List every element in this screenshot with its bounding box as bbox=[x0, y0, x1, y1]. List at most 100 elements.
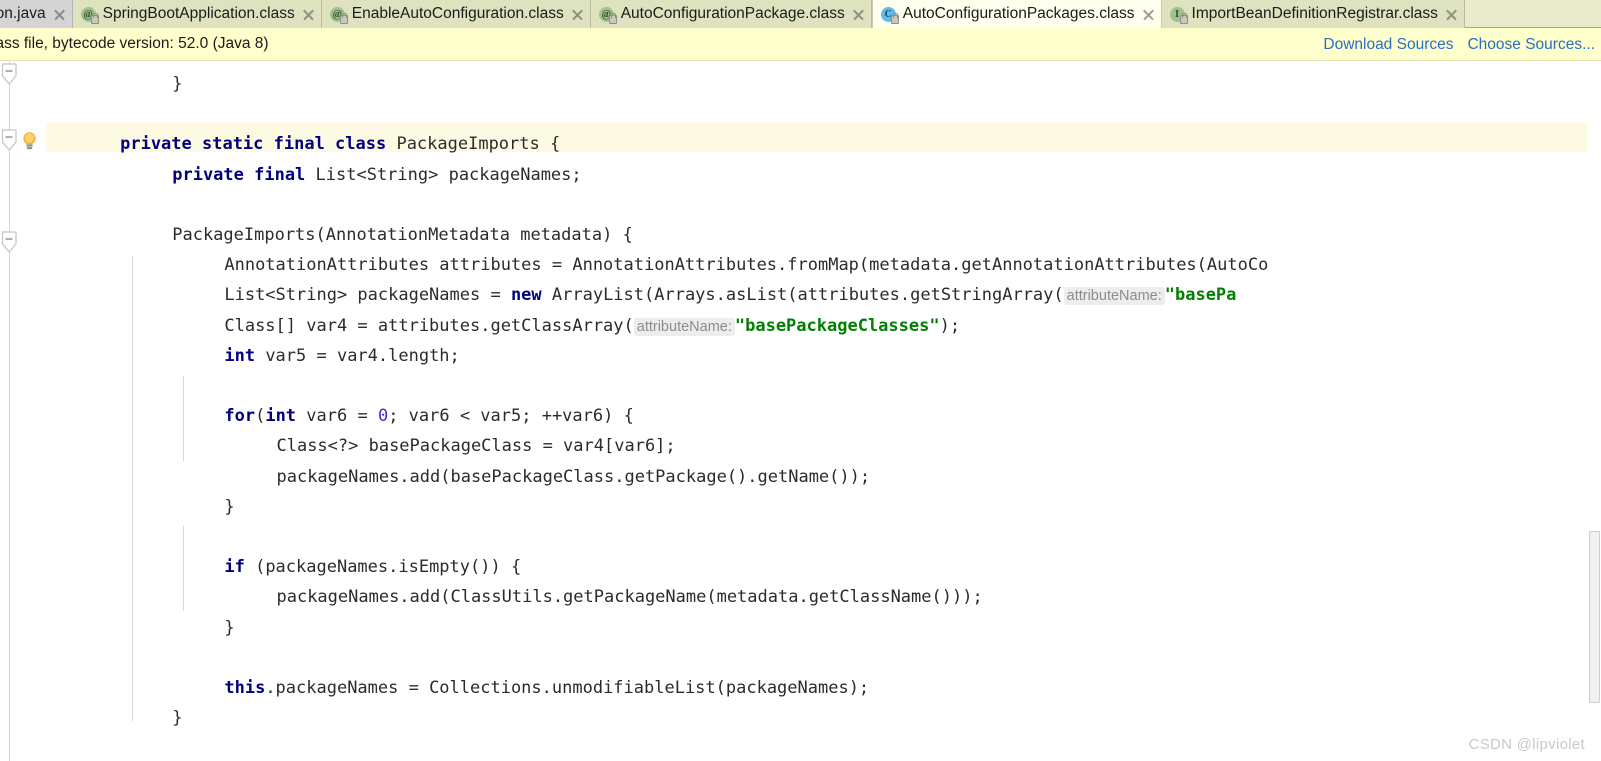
code-token: var6 = bbox=[306, 406, 378, 427]
code-token: 0 bbox=[377, 406, 389, 427]
code-line: if (packageNames.isEmpty()) { bbox=[224, 552, 521, 582]
code-token: .packageNames = Collections.unmodifiable… bbox=[265, 678, 870, 698]
code-token: PackageImports { bbox=[396, 134, 561, 155]
code-line: AnnotationAttributes attributes = Annota… bbox=[224, 250, 1268, 280]
bytecode-version-text: lass file, bytecode version: 52.0 (Java … bbox=[0, 35, 269, 52]
code-line: packageNames.add(basePackageClass.getPac… bbox=[276, 462, 870, 492]
code-line: } bbox=[172, 69, 182, 99]
code-line: packageNames.add(ClassUtils.getPackageNa… bbox=[276, 582, 982, 612]
code-token: this bbox=[224, 678, 266, 698]
code-token: ; var6 < var5; ++var6) { bbox=[388, 406, 634, 427]
vertical-scrollbar-thumb[interactable] bbox=[1589, 531, 1600, 703]
code-token: private final bbox=[172, 164, 316, 185]
code-token: int bbox=[224, 345, 266, 366]
code-line: Class[] var4 = attributes.getClassArray(… bbox=[224, 311, 960, 341]
notification-actions: Download Sources Choose Sources... bbox=[1323, 28, 1595, 61]
code-token: List<String> packageNames; bbox=[315, 164, 582, 185]
editor-tab[interactable]: @ AutoConfigurationPackage.class bbox=[590, 0, 872, 28]
fold-collapse-icon[interactable] bbox=[1, 231, 18, 255]
editor-tab[interactable]: @ EnableAutoConfiguration.class bbox=[321, 0, 591, 28]
annotation-class-icon: @ bbox=[598, 6, 617, 24]
lock-badge-icon bbox=[890, 12, 899, 24]
lock-badge-icon bbox=[90, 12, 99, 24]
code-editor[interactable]: } private static final class PackageImpor… bbox=[0, 61, 1601, 761]
editor-tab-label: ImportBeanDefinitionRegistrar.class bbox=[1191, 5, 1438, 22]
parameter-hint: attributeName: bbox=[1063, 287, 1165, 306]
code-token: } bbox=[224, 617, 235, 638]
choose-sources-link[interactable]: Choose Sources... bbox=[1467, 36, 1595, 54]
editor-tab[interactable]: I ImportBeanDefinitionRegistrar.class bbox=[1161, 0, 1465, 28]
code-token: if bbox=[224, 557, 245, 578]
code-line: private static final class PackageImport… bbox=[120, 129, 560, 159]
editor-tab-label: AutoConfigurationPackage.class bbox=[620, 5, 845, 22]
vertical-scrollbar-track[interactable] bbox=[1587, 61, 1601, 761]
code-token: private static final class bbox=[120, 134, 397, 155]
code-token: ); bbox=[939, 315, 961, 336]
fold-collapse-icon[interactable] bbox=[1, 129, 18, 153]
code-line: } bbox=[224, 492, 234, 522]
editor-tab[interactable]: plication.java bbox=[0, 0, 73, 28]
editor-tab-bar: plication.java@SpringBootApplication.cla… bbox=[0, 0, 1601, 28]
code-line: } bbox=[172, 703, 182, 733]
code-line: this.packageNames = Collections.unmodifi… bbox=[224, 673, 869, 703]
code-token: (packageNames.isEmpty()) { bbox=[244, 557, 522, 578]
ide-window: plication.java@SpringBootApplication.cla… bbox=[0, 0, 1601, 761]
code-token: } bbox=[224, 496, 235, 517]
code-token: AnnotationAttributes attributes = Annota… bbox=[224, 255, 1269, 276]
code-token: } bbox=[172, 74, 183, 94]
code-text-area[interactable]: } private static final class PackageImpor… bbox=[46, 61, 1601, 761]
lock-badge-icon bbox=[1179, 12, 1188, 24]
csdn-watermark: CSDN @lipviolet bbox=[1468, 736, 1585, 753]
code-token: int bbox=[265, 406, 307, 427]
gutter-divider bbox=[9, 61, 10, 761]
code-line: int var5 = var4.length; bbox=[224, 341, 459, 371]
close-icon[interactable] bbox=[1445, 8, 1458, 21]
editor-tab[interactable]: @ SpringBootApplication.class bbox=[72, 0, 322, 28]
code-token: "basePa bbox=[1164, 285, 1237, 306]
indent-guide bbox=[183, 526, 184, 611]
code-line: List<String> packageNames = new ArrayLis… bbox=[224, 280, 1236, 310]
parameter-hint: attributeName: bbox=[633, 317, 735, 336]
fold-collapse-icon[interactable] bbox=[1, 63, 18, 87]
close-icon[interactable] bbox=[852, 8, 865, 21]
editor-gutter[interactable] bbox=[0, 61, 46, 761]
close-icon[interactable] bbox=[1142, 8, 1155, 21]
code-line: private final List<String> packageNames; bbox=[172, 160, 581, 190]
close-icon[interactable] bbox=[302, 8, 315, 21]
editor-tab-label: EnableAutoConfiguration.class bbox=[351, 5, 564, 22]
code-token: PackageImports(AnnotationMetadata metada… bbox=[172, 225, 633, 245]
code-token: packageNames.add(basePackageClass.getPac… bbox=[276, 466, 871, 487]
code-token: Class<?> basePackageClass = var4[var6]; bbox=[276, 436, 676, 457]
class-icon: C bbox=[880, 6, 899, 24]
annotation-class-icon: @ bbox=[80, 6, 99, 24]
editor-tab-label: AutoConfigurationPackages.class bbox=[902, 5, 1135, 22]
code-token: List<String> packageNames = bbox=[224, 285, 511, 306]
lock-badge-icon bbox=[339, 12, 348, 24]
code-token: new bbox=[510, 285, 552, 306]
code-token: ArrayList(Arrays.asList(attributes.getSt… bbox=[551, 285, 1064, 306]
code-token: } bbox=[172, 708, 183, 729]
code-token: for bbox=[224, 406, 256, 427]
editor-tab-label: plication.java bbox=[0, 5, 46, 22]
editor-tab-label: SpringBootApplication.class bbox=[102, 5, 295, 22]
indent-guide bbox=[132, 256, 133, 721]
code-token: "basePackageClasses" bbox=[734, 315, 940, 336]
interface-icon: I bbox=[1169, 6, 1188, 24]
lock-badge-icon bbox=[608, 12, 617, 24]
code-line: for(int var6 = 0; var6 < var5; ++var6) { bbox=[224, 401, 633, 431]
code-line: } bbox=[224, 613, 234, 643]
download-sources-link[interactable]: Download Sources bbox=[1323, 36, 1453, 54]
code-line: Class<?> basePackageClass = var4[var6]; bbox=[276, 431, 675, 461]
close-icon[interactable] bbox=[53, 8, 66, 21]
close-icon[interactable] bbox=[571, 8, 584, 21]
code-line: PackageImports(AnnotationMetadata metada… bbox=[172, 220, 633, 250]
editor-tab[interactable]: C AutoConfigurationPackages.class bbox=[871, 0, 1162, 28]
indent-guide bbox=[183, 376, 184, 461]
code-token: Class[] var4 = attributes.getClassArray( bbox=[224, 315, 634, 336]
bytecode-notification-bar: lass file, bytecode version: 52.0 (Java … bbox=[0, 28, 1601, 61]
annotation-class-icon: @ bbox=[329, 6, 348, 24]
code-token: var5 = var4.length; bbox=[265, 345, 460, 366]
lightbulb-icon[interactable] bbox=[21, 131, 38, 152]
code-token: packageNames.add(ClassUtils.getPackageNa… bbox=[276, 587, 983, 608]
code-token: ( bbox=[255, 406, 266, 427]
